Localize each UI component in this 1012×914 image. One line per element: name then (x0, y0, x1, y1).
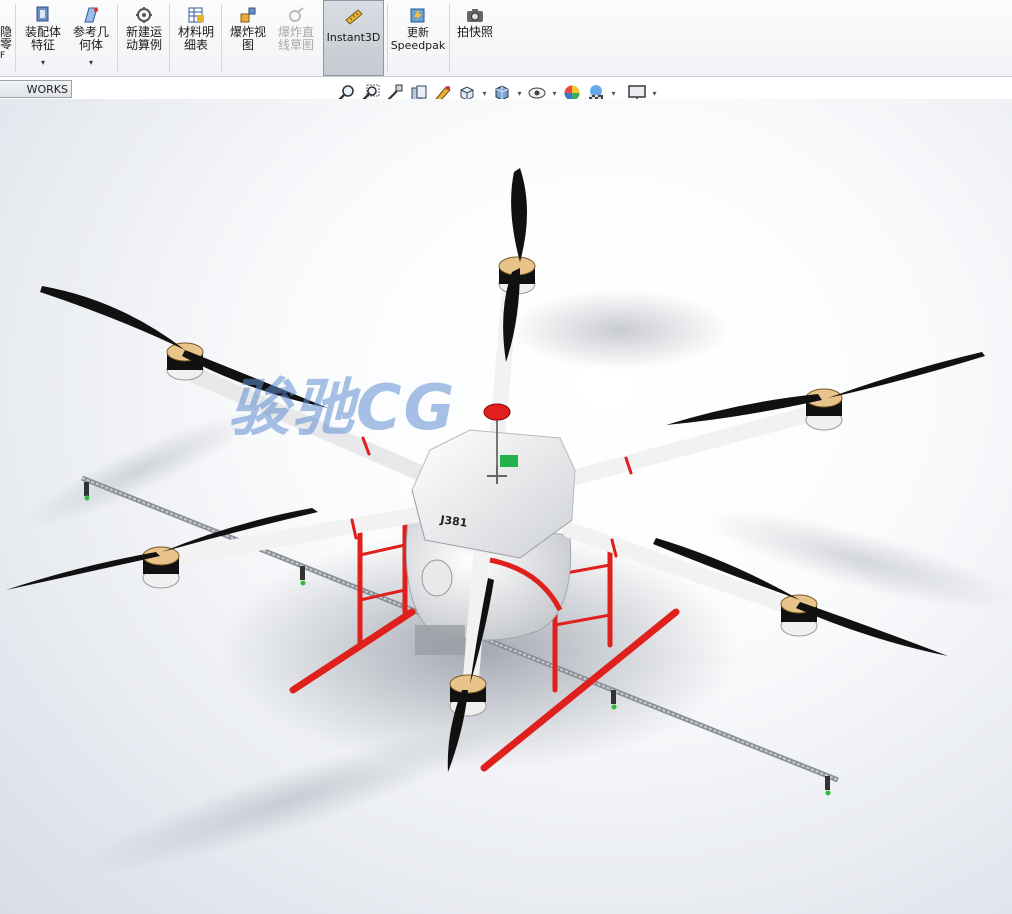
take-snapshot-label: 拍快照 (456, 25, 493, 39)
chevron-down-icon[interactable]: ▾ (550, 89, 559, 98)
chevron-down-icon[interactable]: ▾ (609, 89, 618, 98)
instant3d-icon (344, 9, 363, 25)
camera-icon (467, 9, 483, 22)
assembly-feature-icon (36, 6, 49, 22)
exploded-view-icon (240, 7, 256, 23)
update-speedpak-label: 更新 Speedpak (390, 26, 446, 52)
exploded-view-button[interactable]: 爆炸视 图 (225, 0, 271, 76)
explode-line-sketch-label: 爆炸直 线草图 (277, 25, 314, 52)
chevron-down-icon[interactable]: ▾ (41, 56, 45, 69)
command-manager-ribbon: 隐 零 F 装配体 特征 ▾ 参考几 何体 ▾ 新建运 动算例 材料明 细表 爆… (0, 0, 1012, 77)
tab-solidworks-mbd[interactable]: WORKS MBD (0, 80, 72, 114)
chevron-down-icon[interactable]: ▾ (89, 56, 93, 69)
chevron-down-icon[interactable]: ▾ (515, 89, 524, 98)
speedpak-icon (410, 8, 425, 23)
shadow-blob (510, 290, 730, 370)
bom-icon (188, 7, 204, 23)
exploded-view-label: 爆炸视 图 (229, 25, 266, 52)
reference-geometry-label: 参考几 何体 (72, 25, 109, 52)
explode-line-sketch-icon (289, 7, 304, 22)
bill-of-materials-label: 材料明 细表 (177, 25, 214, 52)
partial-label-3: F (0, 51, 6, 61)
chevron-down-icon[interactable]: ▾ (480, 89, 489, 98)
take-snapshot-button[interactable]: 拍快照 (453, 0, 497, 76)
drone-model[interactable]: J381 (0, 99, 1012, 914)
bill-of-materials-button[interactable]: 材料明 细表 (173, 0, 219, 76)
update-speedpak-button[interactable]: 更新 Speedpak (390, 0, 446, 76)
chevron-down-icon[interactable]: ▾ (650, 89, 659, 98)
assembly-features-button[interactable]: 装配体 特征 ▾ (20, 0, 66, 76)
reference-geometry-button[interactable]: 参考几 何体 ▾ (68, 0, 114, 76)
new-motion-study-label: 新建运 动算例 (125, 25, 162, 52)
partial-label-2: 零 (0, 37, 13, 51)
new-motion-study-button[interactable]: 新建运 动算例 (121, 0, 167, 76)
watermark: 骏驰CG (228, 371, 457, 444)
instant3d-label: Instant3D (326, 31, 381, 44)
instant3d-button[interactable]: Instant3D (323, 0, 384, 76)
graphics-area[interactable]: J381 骏驰CG (0, 99, 1012, 914)
shadow-blob (80, 726, 500, 874)
motion-study-icon (136, 7, 152, 23)
explode-line-sketch-button[interactable]: 爆炸直 线草图 (273, 0, 319, 76)
shadow-blob (705, 510, 1012, 610)
ribbon-button-partial[interactable]: 隐 零 F (0, 0, 12, 76)
assembly-features-label: 装配体 特征 (24, 25, 61, 52)
reference-geometry-icon (84, 7, 98, 23)
